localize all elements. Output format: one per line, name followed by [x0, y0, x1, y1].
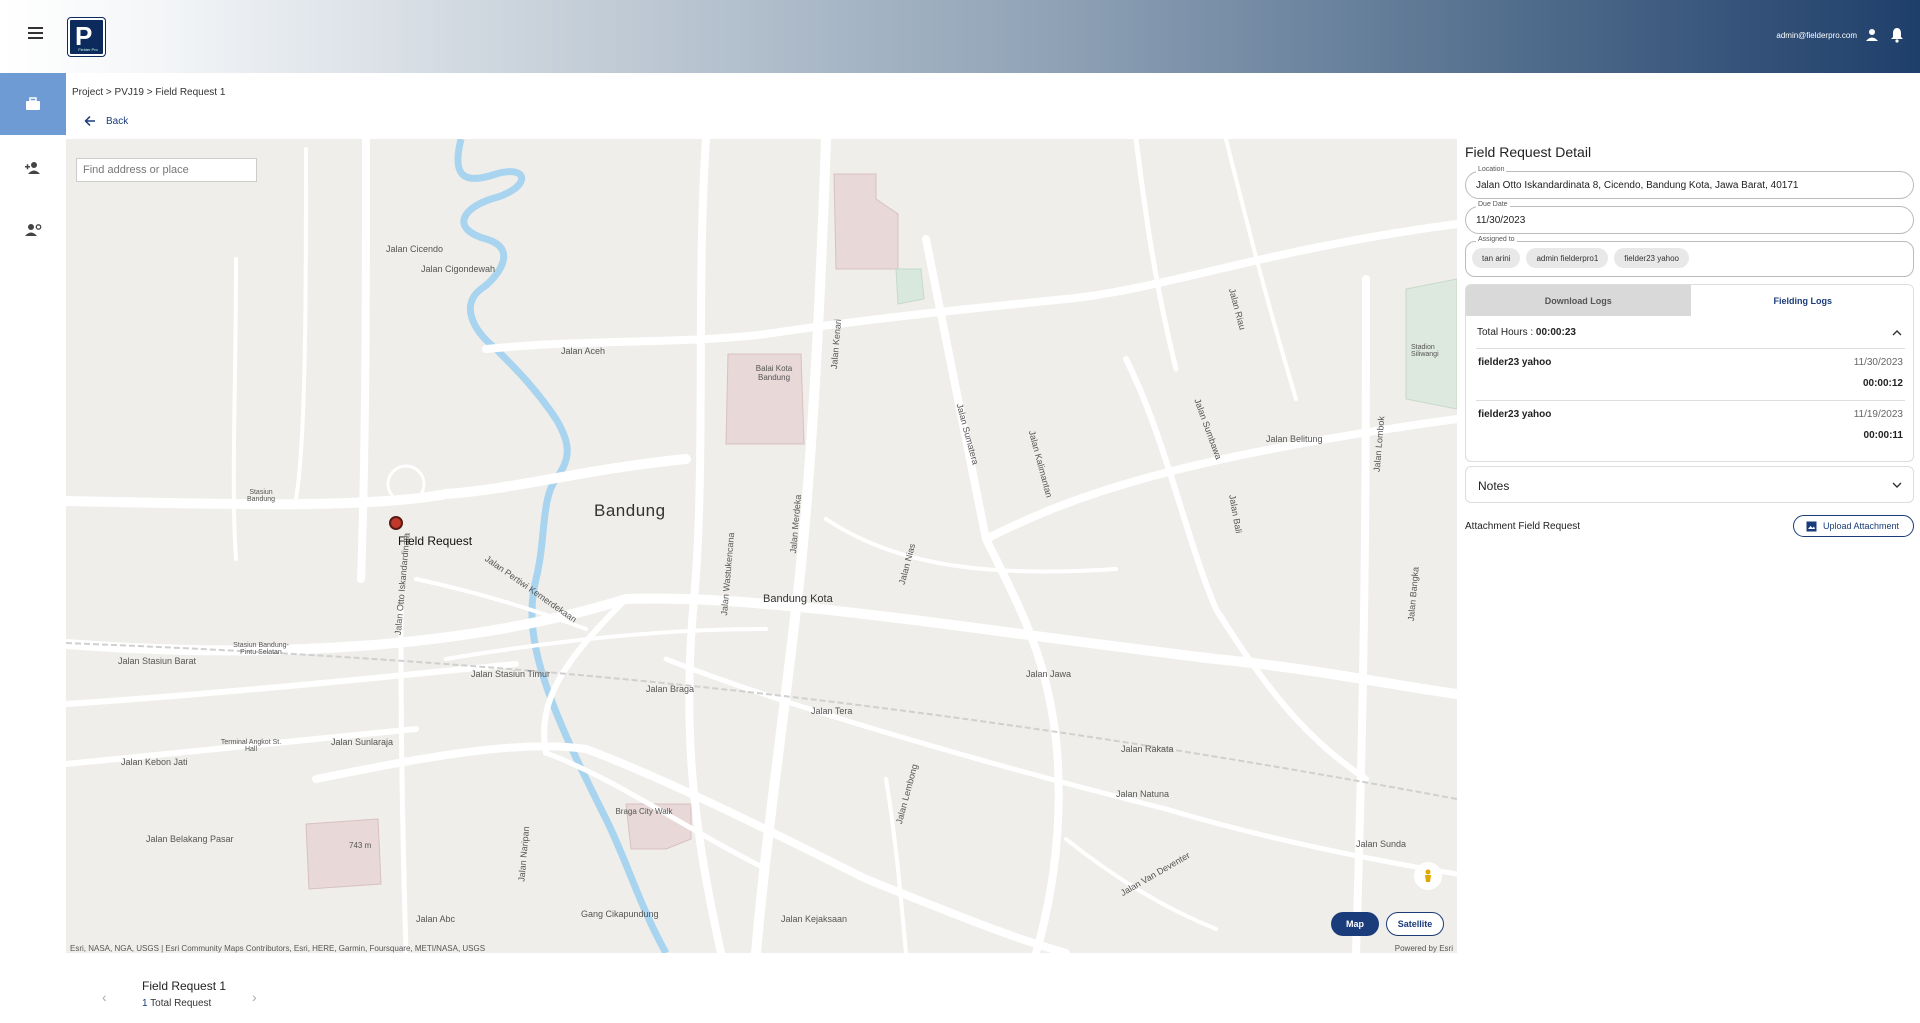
logs-card: Download Logs Fielding Logs Total Hours … [1465, 284, 1914, 462]
map-street-label: Jalan Aceh [561, 346, 606, 356]
sidebar [0, 73, 66, 1023]
carousel-count-label: Total Request [150, 998, 212, 1009]
location-label: Location [1476, 166, 1507, 173]
user-email: admin@fielderpro.com [1776, 31, 1857, 40]
map-view-button[interactable]: Map [1331, 912, 1379, 936]
map-street-label: Jalan Rakata [1121, 744, 1174, 754]
carousel-title: Field Request 1 [142, 979, 227, 993]
app-header: P Fielder Pro admin@fielderpro.com [0, 0, 1920, 73]
log-user: fielder23 yahoo [1478, 357, 1552, 368]
assigned-to-label: Assigned to [1476, 236, 1517, 243]
due-date-field[interactable]: Due Date 11/30/2023 [1465, 201, 1914, 234]
carousel-count: 1 Total Request [142, 998, 211, 1009]
map-street-label: Jalan Tera [811, 706, 853, 716]
account-icon[interactable] [1864, 27, 1880, 43]
map-place-label: Braga City Walk [615, 807, 673, 816]
log-duration: 00:00:11 [1863, 430, 1903, 441]
sidebar-item-projects[interactable] [0, 73, 66, 135]
satellite-view-button[interactable]: Satellite [1386, 912, 1444, 936]
map-street-label: Jalan Kejaksaan [781, 914, 848, 924]
carousel-prev-icon[interactable]: ‹ [102, 989, 107, 1005]
total-hours-label: Total Hours : [1477, 327, 1536, 338]
chevron-down-icon [1892, 482, 1902, 488]
log-duration: 00:00:12 [1862, 378, 1903, 389]
carousel-next-icon[interactable]: › [252, 989, 257, 1005]
upload-label: Upload Attachment [1823, 521, 1900, 531]
assigned-to-field[interactable]: Assigned to tan arini admin fielderpro1 … [1465, 236, 1914, 277]
field-request-pin-label: Field Request [398, 534, 473, 548]
map-powered-by[interactable]: Powered by Esri [1395, 944, 1453, 953]
total-hours-value: 00:00:23 [1535, 327, 1576, 338]
log-user: fielder23 yahoo [1478, 409, 1552, 420]
map-search-input[interactable] [76, 158, 257, 182]
briefcase-icon [26, 97, 40, 110]
map-city-label: Bandung [594, 501, 666, 520]
person-add-icon [25, 162, 40, 174]
back-button[interactable]: Back [84, 113, 128, 129]
attachment-label: Attachment Field Request [1465, 521, 1581, 532]
tab-download-logs[interactable]: Download Logs [1466, 285, 1691, 316]
map-street-label: Jalan Belakang Pasar [146, 834, 234, 844]
due-date-value: 11/30/2023 [1476, 215, 1526, 226]
map-street-label: Gang Cikapundung [581, 909, 659, 919]
map-attribution: Esri, NASA, NGA, USGS | Esri Community M… [70, 944, 486, 953]
map-view[interactable]: Jalan Cicendo Jalan Cigondewah Jalan Ace… [66, 139, 1457, 953]
notes-accordion[interactable]: Notes [1465, 466, 1914, 503]
log-row: fielder23 yahoo 11/19/2023 00:00:11 [1466, 401, 1913, 451]
map-roads [66, 139, 1457, 953]
map-street-label: Jalan Abc [416, 914, 456, 924]
sidebar-item-user-settings[interactable] [0, 199, 66, 261]
assignee-chip[interactable]: fielder23 yahoo [1614, 248, 1689, 268]
map-street-label: Jalan Cicendo [386, 244, 444, 254]
log-row: fielder23 yahoo 11/30/2023 00:00:12 [1466, 349, 1913, 399]
map-street-label: Jalan Braga [646, 684, 695, 694]
map-place-label: Stasiun Bandung-Pintu Selatan [233, 642, 289, 656]
request-carousel: ‹ Field Request 1 1 Total Request › [100, 975, 280, 1020]
person-settings-icon [25, 224, 42, 236]
notes-label: Notes [1478, 479, 1510, 493]
map-street-label: Jalan Sunlaraja [331, 737, 394, 747]
carousel-count-value: 1 [142, 998, 148, 1009]
upload-attachment-button[interactable]: Upload Attachment [1793, 515, 1914, 537]
map-district-label: Bandung Kota [763, 593, 833, 605]
map-street-label: Jalan Jawa [1026, 669, 1072, 679]
map-street-label: Jalan Kebon Jati [121, 757, 188, 767]
tab-fielding-logs[interactable]: Fielding Logs [1690, 285, 1913, 316]
menu-icon[interactable] [22, 24, 48, 50]
due-date-label: Due Date [1476, 201, 1510, 208]
map-street-label: Jalan Stasiun Barat [118, 656, 197, 666]
map-place-label: Stadion Siliwangi [1411, 344, 1439, 358]
map-place-label: Terminal Angkot St. Hall [220, 739, 282, 753]
chevron-up-icon[interactable] [1891, 327, 1903, 339]
map-place-label: Stasiun Bandung [246, 489, 276, 503]
assignee-chip[interactable]: admin fielderpro1 [1526, 248, 1609, 268]
map-street-label: Jalan Belitung [1266, 434, 1323, 444]
map-street-label: Jalan Stasiun Timur [471, 669, 551, 679]
assignee-chip[interactable]: tan arini [1472, 248, 1521, 268]
arrow-back-icon [84, 115, 95, 127]
location-value: Jalan Otto Iskandardinata 8, Cicendo, Ba… [1476, 180, 1799, 191]
map-street-label: Jalan Natuna [1116, 789, 1170, 799]
street-view-icon[interactable] [1414, 862, 1442, 890]
field-request-pin[interactable] [389, 516, 403, 530]
map-street-label: Jalan Cigondewah [421, 264, 496, 274]
breadcrumb: Project > PVJ19 > Field Request 1 [72, 87, 226, 98]
map-place-label: 743 m [349, 841, 372, 850]
panel-title: Field Request Detail [1465, 144, 1592, 160]
sidebar-item-add-user[interactable] [0, 137, 66, 199]
total-hours: Total Hours : 00:00:23 [1477, 327, 1576, 338]
log-date: 11/30/2023 [1853, 357, 1903, 368]
notification-bell-icon[interactable] [1889, 27, 1905, 43]
map-street-label: Jalan Sunda [1356, 839, 1407, 849]
location-field[interactable]: Location Jalan Otto Iskandardinata 8, Ci… [1465, 166, 1914, 199]
map-place-label: Balai Kota Bandung [755, 364, 793, 382]
log-date: 11/19/2023 [1853, 409, 1903, 420]
image-icon [1806, 521, 1817, 531]
app-logo[interactable]: P Fielder Pro [68, 18, 105, 56]
